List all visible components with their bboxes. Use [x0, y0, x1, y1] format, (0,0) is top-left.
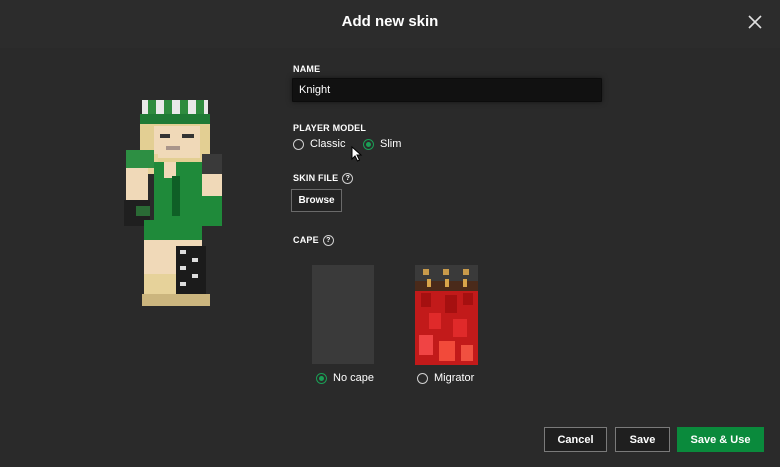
player-model-label: PLAYER MODEL [293, 123, 367, 133]
cape-label: CAPE? [293, 235, 334, 246]
migrator-label: Migrator [434, 372, 475, 384]
name-label: NAME [293, 64, 321, 74]
cape-tile-migrator[interactable] [415, 265, 478, 365]
player-model-slim[interactable]: Slim [363, 138, 401, 150]
save-and-use-button[interactable]: Save & Use [677, 427, 764, 452]
skin-preview [124, 100, 222, 306]
skin-file-label: SKIN FILE? [293, 173, 354, 184]
close-button[interactable] [744, 11, 766, 33]
player-model-classic[interactable]: Classic [293, 138, 345, 150]
no-cape-label: No cape [333, 372, 374, 384]
cape-option-no-cape[interactable]: No cape [316, 372, 374, 384]
save-button[interactable]: Save [615, 427, 670, 452]
cape-label-text: CAPE [293, 235, 319, 245]
slim-label: Slim [380, 138, 402, 150]
name-input[interactable] [292, 78, 602, 102]
dialog-title: Add new skin [341, 13, 439, 30]
cancel-button[interactable]: Cancel [544, 427, 607, 452]
mouse-pointer-icon [351, 146, 363, 162]
browse-button[interactable]: Browse [291, 189, 342, 212]
migrator-radio[interactable] [417, 372, 428, 384]
help-icon[interactable]: ? [342, 173, 354, 184]
close-icon [748, 15, 762, 29]
cape-option-migrator[interactable]: Migrator [417, 372, 474, 384]
no-cape-radio[interactable] [316, 372, 327, 384]
help-icon[interactable]: ? [322, 235, 334, 246]
skin-file-label-text: SKIN FILE [293, 173, 339, 183]
classic-label: Classic [310, 138, 346, 150]
slim-radio[interactable] [363, 138, 374, 150]
cape-tile-no-cape[interactable] [312, 265, 374, 364]
classic-radio[interactable] [293, 138, 304, 150]
